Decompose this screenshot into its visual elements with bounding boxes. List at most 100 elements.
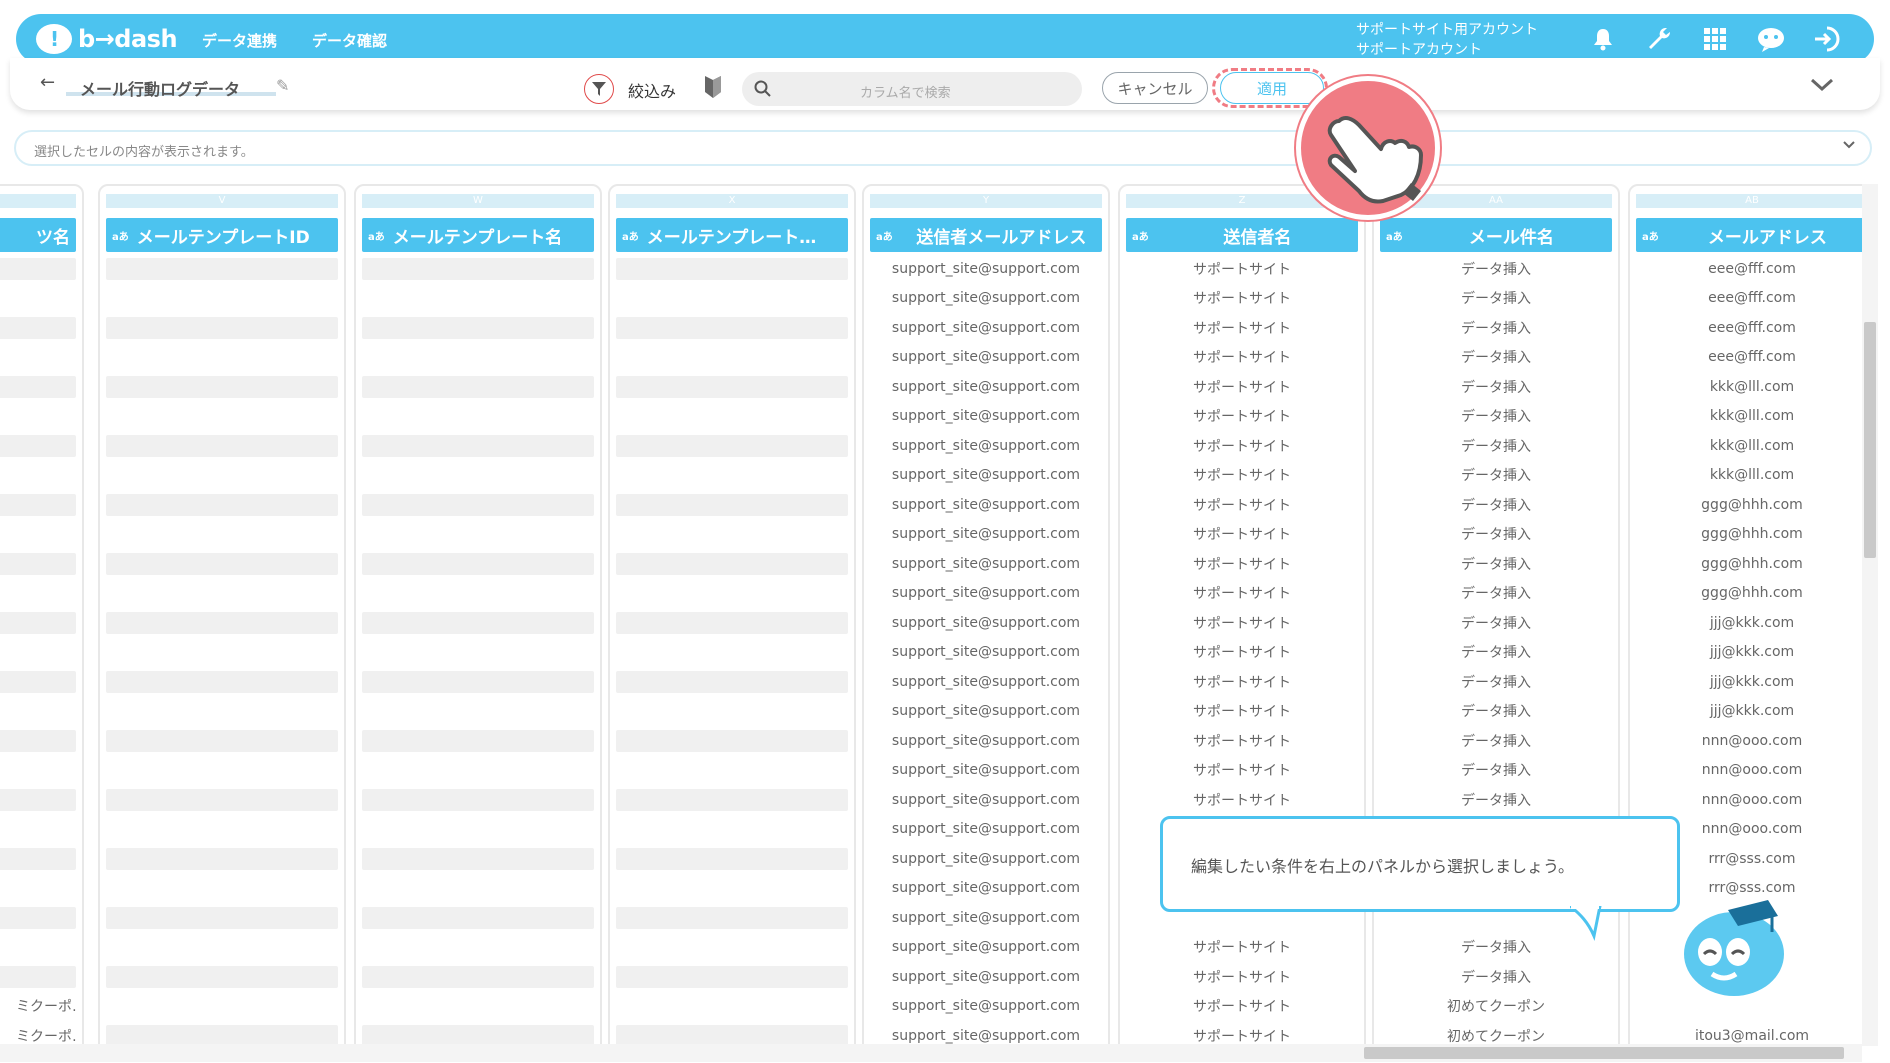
vertical-scrollbar[interactable] <box>1862 184 1878 1046</box>
grid-cell[interactable]: サポートサイト <box>1126 697 1358 727</box>
grid-cell[interactable] <box>616 579 848 609</box>
grid-cell[interactable]: support_site@support.com <box>870 520 1102 550</box>
column-header[interactable]: aあ メールテンプレートID <box>106 218 338 252</box>
column-letter[interactable] <box>0 194 76 208</box>
grid-cell[interactable]: kkk@lll.com <box>1636 431 1866 461</box>
grid-cell[interactable]: データ挿入 <box>1380 608 1612 638</box>
grid-cell[interactable] <box>106 435 338 457</box>
grid-cell[interactable] <box>0 553 76 575</box>
grid-cell[interactable] <box>616 317 848 339</box>
grid-cell[interactable] <box>362 697 594 727</box>
grid-cell[interactable]: support_site@support.com <box>870 549 1102 579</box>
grid-cell[interactable] <box>106 992 338 1022</box>
cancel-button[interactable]: キャンセル <box>1102 72 1208 104</box>
grid-cell[interactable] <box>0 343 76 373</box>
grid-cell[interactable] <box>362 638 594 668</box>
grid-cell[interactable]: itou3@mail.com <box>1636 1021 1866 1046</box>
grid-cell[interactable] <box>0 730 76 752</box>
grid-cell[interactable]: データ挿入 <box>1380 726 1612 756</box>
grid-cell[interactable]: サポートサイト <box>1126 785 1358 815</box>
grid-cell[interactable]: jjj@kkk.com <box>1636 667 1866 697</box>
grid-cell[interactable]: support_site@support.com <box>870 726 1102 756</box>
grid-cell[interactable]: support_site@support.com <box>870 431 1102 461</box>
grid-cell[interactable]: support_site@support.com <box>870 1021 1102 1046</box>
grid-cell[interactable]: support_site@support.com <box>870 490 1102 520</box>
grid-cell[interactable]: データ挿入 <box>1380 461 1612 491</box>
grid-cell[interactable] <box>616 671 848 693</box>
grid-cell[interactable]: nnn@ooo.com <box>1636 756 1866 786</box>
column-header[interactable]: aあ メールアドレス <box>1636 218 1866 252</box>
grid-cell[interactable] <box>362 520 594 550</box>
grid-cell[interactable] <box>362 966 594 988</box>
grid-cell[interactable] <box>106 848 338 870</box>
grid-cell[interactable]: support_site@support.com <box>870 402 1102 432</box>
grid-cell[interactable] <box>362 907 594 929</box>
grid-cell[interactable] <box>106 553 338 575</box>
grid-cell[interactable] <box>616 612 848 634</box>
grid-cell[interactable] <box>106 907 338 929</box>
beginner-mark-icon[interactable] <box>704 76 722 98</box>
grid-cell[interactable]: support_site@support.com <box>870 785 1102 815</box>
grid-cell[interactable] <box>106 756 338 786</box>
apps-grid-icon[interactable] <box>1700 24 1730 54</box>
grid-cell[interactable]: eee@fff.com <box>1636 254 1866 284</box>
column-header[interactable]: aあ 送信者メールアドレス <box>870 218 1102 252</box>
grid-cell[interactable] <box>362 789 594 811</box>
grid-cell[interactable] <box>106 874 338 904</box>
grid-cell[interactable] <box>0 756 76 786</box>
grid-cell[interactable]: サポートサイト <box>1126 490 1358 520</box>
grid-cell[interactable]: eee@fff.com <box>1636 313 1866 343</box>
grid-cell[interactable] <box>362 730 594 752</box>
grid-cell[interactable] <box>0 317 76 339</box>
grid-cell[interactable]: support_site@support.com <box>870 815 1102 845</box>
grid-cell[interactable]: データ挿入 <box>1380 431 1612 461</box>
grid-cell[interactable]: サポートサイト <box>1126 933 1358 963</box>
grid-cell[interactable] <box>616 494 848 516</box>
grid-cell[interactable]: データ挿入 <box>1380 490 1612 520</box>
grid-cell[interactable] <box>616 520 848 550</box>
grid-cell[interactable] <box>0 671 76 693</box>
grid-cell[interactable] <box>106 402 338 432</box>
grid-cell[interactable] <box>362 933 594 963</box>
grid-cell[interactable] <box>616 258 848 280</box>
grid-cell[interactable]: jjj@kkk.com <box>1636 697 1866 727</box>
grid-cell[interactable]: kkk@lll.com <box>1636 402 1866 432</box>
grid-cell[interactable]: サポートサイト <box>1126 756 1358 786</box>
grid-cell[interactable]: support_site@support.com <box>870 844 1102 874</box>
column-letter[interactable]: V <box>106 194 338 208</box>
grid-cell[interactable] <box>616 435 848 457</box>
grid-cell[interactable]: サポートサイト <box>1126 608 1358 638</box>
vertical-scroll-thumb[interactable] <box>1864 322 1876 558</box>
column-letter[interactable]: W <box>362 194 594 208</box>
grid-cell[interactable] <box>616 1025 848 1046</box>
column-letter[interactable]: AB <box>1636 194 1866 208</box>
grid-cell[interactable]: ミクーポ… <box>0 992 76 1022</box>
filter-label[interactable]: 絞込み <box>628 78 676 102</box>
grid-cell[interactable] <box>106 612 338 634</box>
nav-data-link[interactable]: データ連携 <box>202 30 277 51</box>
grid-cell[interactable]: eee@fff.com <box>1636 284 1866 314</box>
grid-cell[interactable]: データ挿入 <box>1380 549 1612 579</box>
column-letter[interactable]: Y <box>870 194 1102 208</box>
grid-cell[interactable]: サポートサイト <box>1126 992 1358 1022</box>
grid-cell[interactable]: 初めてクーポン <box>1380 992 1612 1022</box>
grid-cell[interactable]: データ挿入 <box>1380 785 1612 815</box>
grid-cell[interactable]: support_site@support.com <box>870 579 1102 609</box>
grid-cell[interactable] <box>0 402 76 432</box>
grid-cell[interactable] <box>362 874 594 904</box>
grid-cell[interactable] <box>616 815 848 845</box>
page-title[interactable]: メール行動ログデータ <box>80 76 240 100</box>
grid-cell[interactable] <box>0 461 76 491</box>
column-header[interactable]: aあ メールテンプレート名 <box>362 218 594 252</box>
grid-cell[interactable] <box>106 789 338 811</box>
grid-cell[interactable] <box>0 435 76 457</box>
grid-cell[interactable] <box>362 343 594 373</box>
grid-cell[interactable] <box>106 343 338 373</box>
account-info[interactable]: サポートサイト用アカウント サポートアカウント <box>1356 20 1538 60</box>
cell-content-bar[interactable]: 選択したセルの内容が表示されます。 <box>14 130 1872 166</box>
column-letter[interactable]: X <box>616 194 848 208</box>
grid-cell[interactable] <box>106 258 338 280</box>
grid-cell[interactable] <box>0 815 76 845</box>
grid-cell[interactable]: データ挿入 <box>1380 579 1612 609</box>
grid-cell[interactable] <box>106 638 338 668</box>
